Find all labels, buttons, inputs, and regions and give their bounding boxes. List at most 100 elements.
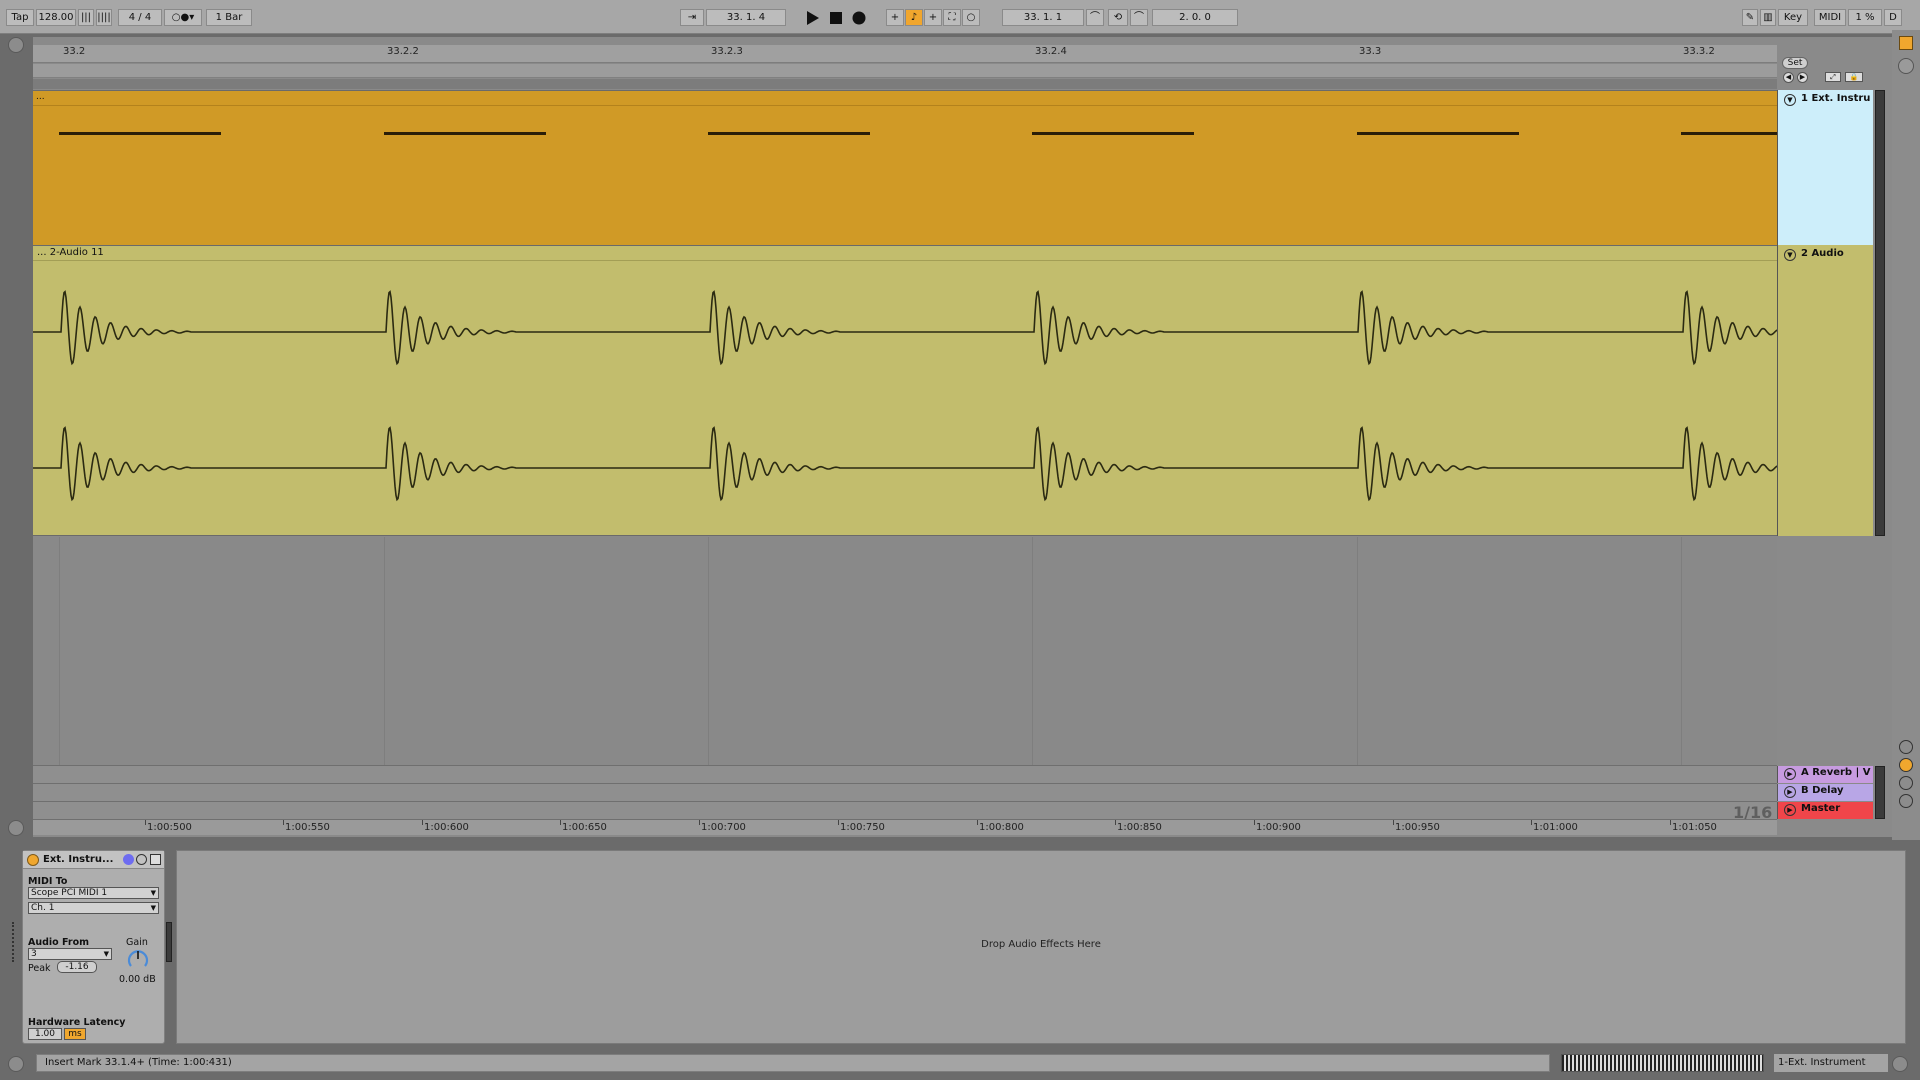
session-record-icon[interactable]: ⛶ — [943, 9, 961, 26]
master-lane[interactable] — [33, 801, 1777, 819]
midi-note[interactable] — [59, 132, 221, 135]
status-message: Insert Mark 33.1.4+ (Time: 1:00:431) — [36, 1054, 1550, 1072]
metronome-button[interactable]: ○●▾ — [164, 9, 202, 26]
midi-note[interactable] — [1681, 132, 1777, 135]
song-position-field[interactable]: 33. 1. 4 — [706, 9, 786, 26]
waveform-channel — [33, 426, 1777, 502]
punch-in-icon[interactable]: ⌒ — [1086, 9, 1104, 26]
mixer-toggle-icon[interactable] — [1899, 776, 1913, 790]
beat-time-ruler[interactable]: 33.2 33.2.2 33.2.3 33.2.4 33.3 33.3.2 — [33, 45, 1777, 63]
back-to-arrangement-icon[interactable]: + — [924, 9, 942, 26]
midi-note[interactable] — [1032, 132, 1194, 135]
time-label: 1:00:900 — [1256, 822, 1301, 833]
tempo-field[interactable]: 128.00 — [36, 9, 76, 26]
track-header-audio[interactable]: ▼ 2 Audio — [1777, 245, 1873, 536]
info-view-toggle-icon[interactable] — [8, 1056, 24, 1072]
latency-unit-toggle[interactable]: ms — [64, 1028, 86, 1040]
play-icon[interactable] — [804, 10, 820, 26]
io-toggle-icon[interactable] — [1899, 740, 1913, 754]
track-header-return-a[interactable]: ▶ A Reverb | V — [1777, 766, 1873, 783]
audio-waveform — [33, 290, 1777, 502]
session-view-icon[interactable] — [1899, 36, 1913, 50]
audio-from-select[interactable]: 3 — [28, 948, 112, 960]
draw-mode-icon[interactable]: ✎ — [1742, 9, 1758, 26]
track-name: 1 Ext. Instru — [1801, 93, 1871, 104]
prev-locator-icon[interactable]: ◀ — [1783, 72, 1794, 83]
play-icon[interactable]: ▶ — [1784, 804, 1796, 816]
midi-channel-select[interactable]: Ch. 1 — [28, 902, 159, 914]
status-bar: Insert Mark 33.1.4+ (Time: 1:00:431) 1-E… — [0, 1048, 1920, 1080]
overview-toggle-icon[interactable] — [8, 37, 24, 53]
punch-icon[interactable]: ○ — [962, 9, 980, 26]
latency-label: Hardware Latency — [28, 1017, 126, 1028]
nudge-down-icon[interactable]: ||| — [78, 9, 94, 26]
arrangement-view-icon[interactable] — [1898, 58, 1914, 74]
device-title-bar[interactable]: Ext. Instru... — [23, 851, 164, 869]
audio-effects-drop-zone[interactable]: Drop Audio Effects Here — [176, 850, 1906, 1044]
device-name: Ext. Instru... — [43, 854, 114, 865]
empty-track-area[interactable] — [33, 537, 1777, 765]
fold-icon[interactable]: ▼ — [1784, 94, 1796, 106]
gain-knob[interactable] — [127, 948, 149, 970]
return-a-lane[interactable] — [33, 765, 1777, 783]
play-icon[interactable]: ▶ — [1784, 768, 1796, 780]
save-preset-icon[interactable] — [150, 854, 161, 865]
ruler-label: 33.2.2 — [387, 46, 419, 57]
next-locator-icon[interactable]: ▶ — [1797, 72, 1808, 83]
time-ruler[interactable]: 1:00:500 1:00:550 1:00:600 1:00:650 1:00… — [33, 819, 1777, 835]
overdub-icon[interactable]: + — [886, 9, 904, 26]
optimize-height-icon[interactable]: ⤢ — [1825, 72, 1841, 82]
device-chain-handle[interactable] — [12, 922, 16, 962]
lock-icon[interactable]: 🔒 — [1845, 72, 1863, 82]
fold-icon[interactable]: ▼ — [1784, 249, 1796, 261]
settings-icon[interactable] — [136, 854, 147, 865]
ruler-label: 33.3 — [1359, 46, 1382, 57]
follow-icon[interactable]: ⇥ — [680, 9, 704, 26]
latency-value[interactable]: 1.00 — [28, 1028, 62, 1040]
nudge-up-icon[interactable]: |||| — [96, 9, 112, 26]
time-label: 1:01:050 — [1672, 822, 1717, 833]
selected-track-label[interactable]: 1-Ext. Instrument — [1774, 1054, 1888, 1072]
track-1-clip[interactable]: ... — [33, 90, 1777, 245]
peak-value[interactable]: -1.16 — [57, 961, 97, 973]
loop-brace-row[interactable] — [33, 64, 1777, 78]
punch-out-icon[interactable]: ⌒ — [1130, 9, 1148, 26]
scrub-area[interactable] — [33, 79, 1777, 89]
play-icon[interactable]: ▶ — [1784, 786, 1796, 798]
return-b-lane[interactable] — [33, 783, 1777, 801]
device-power-icon[interactable] — [27, 854, 39, 866]
time-label: 1:00:850 — [1117, 822, 1162, 833]
midi-to-select[interactable]: Scope PCI MIDI 1 — [28, 887, 159, 899]
loop-length-field[interactable]: 2. 0. 0 — [1152, 9, 1238, 26]
track-header-return-b[interactable]: ▶ B Delay — [1777, 784, 1873, 801]
time-label: 1:00:700 — [701, 822, 746, 833]
time-label: 1:00:600 — [424, 822, 469, 833]
drop-zone-label: Drop Audio Effects Here — [981, 939, 1101, 950]
key-map-button[interactable]: Key — [1778, 9, 1808, 26]
track-header-master[interactable]: ▶ Master — [1777, 802, 1873, 819]
tap-button[interactable]: Tap — [6, 9, 34, 26]
crossfade-toggle-icon[interactable] — [1899, 794, 1913, 808]
hand-icon[interactable] — [123, 854, 134, 865]
midi-map-button[interactable]: MIDI — [1814, 9, 1846, 26]
device-view-toggle-icon[interactable] — [1892, 1056, 1908, 1072]
set-locator-button[interactable]: Set — [1782, 57, 1808, 69]
expand-icon[interactable] — [8, 820, 24, 836]
midi-note[interactable] — [708, 132, 870, 135]
midi-note[interactable] — [384, 132, 546, 135]
time-signature-field[interactable]: 4 / 4 — [118, 9, 162, 26]
record-icon[interactable] — [851, 10, 867, 26]
arrangement-view: 33.2 33.2.2 33.2.3 33.2.4 33.3 33.3.2 ..… — [33, 37, 1913, 837]
locator-set-area: Set ◀ ▶ ⤢ 🔒 — [1779, 57, 1875, 89]
loop-switch-icon[interactable]: ⟲ — [1108, 9, 1128, 26]
quantize-select[interactable]: 1 Bar — [206, 9, 252, 26]
cpu-meter: 1 % — [1848, 9, 1882, 26]
track-2-clip[interactable]: ... 2-Audio 11 — [33, 245, 1777, 536]
stop-icon[interactable] — [828, 10, 844, 26]
track-header-ext-instrument[interactable]: ▼ 1 Ext. Instru — [1777, 90, 1873, 245]
automation-arm-icon[interactable]: ♪ — [905, 9, 923, 26]
loop-start-field[interactable]: 33. 1. 1 — [1002, 9, 1084, 26]
midi-note[interactable] — [1357, 132, 1519, 135]
returns-toggle-icon[interactable] — [1899, 758, 1913, 772]
computer-keyboard-icon[interactable]: ▥ — [1760, 9, 1776, 26]
